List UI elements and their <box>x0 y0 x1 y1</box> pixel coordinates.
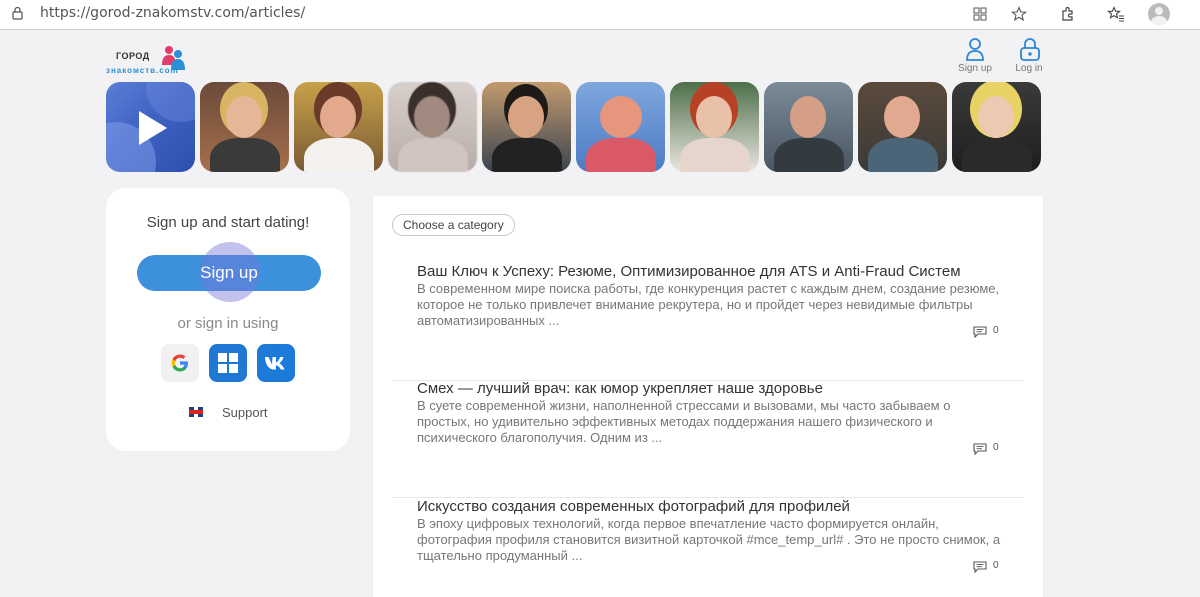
signup-button-label: Sign up <box>200 263 258 282</box>
favorites-icon[interactable] <box>1106 4 1126 24</box>
extensions-icon[interactable] <box>1058 4 1078 24</box>
article-item[interactable]: Ваш Ключ к Успеху: Резюме, Оптимизирован… <box>392 263 1024 381</box>
profile-photo[interactable] <box>388 82 477 172</box>
articles-panel: Choose a category Ваш Ключ к Успеху: Рез… <box>373 196 1043 597</box>
article-excerpt: В суете современной жизни, наполненной с… <box>417 398 951 445</box>
padlock-icon <box>1020 38 1040 61</box>
uk-flag-icon <box>189 407 203 417</box>
browser-toolbar: https://gorod-znakomstv.com/articles/ <box>0 0 1200 30</box>
article-excerpt: В эпоху цифровых технологий, когда перво… <box>417 516 1001 563</box>
lock-icon <box>12 6 23 20</box>
profile-photo[interactable] <box>858 82 947 172</box>
google-icon <box>171 354 188 372</box>
profile-stories-row <box>106 82 1046 172</box>
logo-text-bottom: знакомств.com <box>106 66 179 75</box>
profile-photo[interactable] <box>200 82 289 172</box>
comment-count: 0 <box>993 442 999 453</box>
signup-tagline: Sign up and start dating! <box>146 214 310 231</box>
address-bar[interactable]: https://gorod-znakomstv.com/articles/ <box>8 3 1043 25</box>
article-excerpt: В современном мире поиска работы, где ко… <box>417 281 1000 328</box>
play-icon <box>139 111 167 145</box>
profile-photo[interactable] <box>294 82 383 172</box>
vk-login-button[interactable] <box>257 344 295 382</box>
header-login-label: Log in <box>1015 63 1043 74</box>
profile-photo[interactable] <box>576 82 665 172</box>
header-signup-button[interactable]: Sign up <box>950 38 1000 78</box>
support-link[interactable]: Support <box>222 405 268 420</box>
signup-button[interactable]: Sign up <box>137 242 321 302</box>
grid-icon[interactable] <box>970 4 990 24</box>
article-title[interactable]: Смех — лучший врач: как юмор укрепляет н… <box>417 380 823 397</box>
profile-photo[interactable] <box>482 82 571 172</box>
user-icon <box>966 38 984 61</box>
google-login-button[interactable] <box>161 344 199 382</box>
article-title[interactable]: Ваш Ключ к Успеху: Резюме, Оптимизирован… <box>417 263 961 280</box>
site-logo[interactable]: ГОРОД знакомств.com <box>104 42 194 76</box>
article-item[interactable]: Искусство создания современных фотографи… <box>392 498 1024 597</box>
windows-icon <box>218 353 238 373</box>
comment-icon[interactable] <box>973 326 987 338</box>
comment-icon[interactable] <box>973 561 987 573</box>
comment-icon[interactable] <box>973 443 987 455</box>
article-title[interactable]: Искусство создания современных фотографи… <box>417 498 850 515</box>
profile-photo[interactable] <box>670 82 759 172</box>
signup-card: Sign up and start dating! Sign up or sig… <box>106 188 350 451</box>
profile-photo[interactable] <box>764 82 853 172</box>
star-icon[interactable] <box>1009 4 1029 24</box>
profile-photo[interactable] <box>952 82 1041 172</box>
play-video-tile[interactable] <box>106 82 195 172</box>
article-item[interactable]: Смех — лучший врач: как юмор укрепляет н… <box>392 380 1024 498</box>
choose-category-button[interactable]: Choose a category <box>392 214 515 236</box>
vk-icon <box>265 357 285 370</box>
comment-count: 0 <box>993 560 999 571</box>
comment-count: 0 <box>993 325 999 336</box>
logo-text-top: ГОРОД <box>116 51 150 61</box>
browser-profile-avatar[interactable] <box>1148 3 1170 25</box>
url-text[interactable]: https://gorod-znakomstv.com/articles/ <box>40 5 305 21</box>
windows-login-button[interactable] <box>209 344 247 382</box>
or-sign-in-text: or sign in using <box>177 315 279 332</box>
header-signup-label: Sign up <box>958 63 992 74</box>
header-login-button[interactable]: Log in <box>1004 38 1054 78</box>
